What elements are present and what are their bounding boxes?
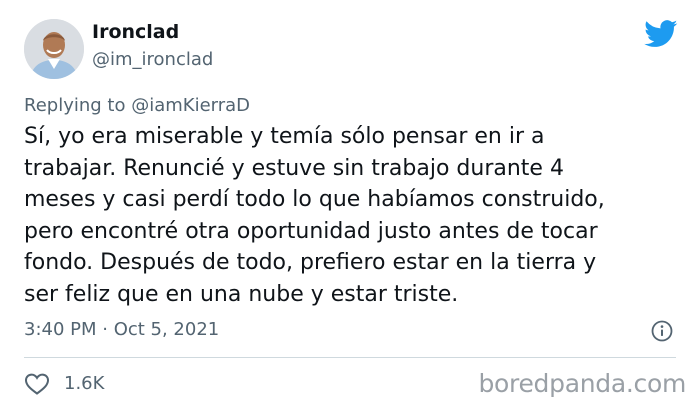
tweet-text-line: meses y casi perdí todo lo que habíamos … — [24, 187, 605, 212]
tweet-text-line: trabajar. Renuncié y estuve sin trabajo … — [24, 155, 564, 181]
heart-icon — [24, 373, 50, 395]
boredpanda-watermark: boredpanda.com — [478, 369, 686, 398]
like-count: 1.6K — [64, 373, 105, 394]
tweet-text-line: Sí, yo era miserable y temía sólo pensar… — [24, 124, 545, 149]
tweet-text-line: fondo. Después de todo, prefiero estar e… — [24, 250, 597, 275]
divider — [24, 357, 676, 358]
reply-mention-link[interactable]: @iamKierraD — [131, 95, 250, 116]
tweet-timestamp[interactable]: 3:40 PM · Oct 5, 2021 — [24, 319, 219, 340]
tweet-text-line: ser feliz que en una nube y estar triste… — [24, 281, 459, 307]
avatar[interactable] — [24, 19, 84, 79]
twitter-bird-icon[interactable] — [644, 20, 678, 48]
avatar-photo — [24, 19, 84, 79]
display-name[interactable]: Ironclad — [92, 21, 179, 43]
info-icon[interactable] — [651, 320, 673, 342]
replying-to-prefix: Replying to — [24, 95, 132, 116]
tweet-text: Sí, yo era miserable y temía sólo pensar… — [24, 121, 684, 310]
user-handle[interactable]: @im_ironclad — [92, 49, 213, 70]
tweet-text-line: pero encontré otra oportunidad justo ant… — [24, 218, 598, 244]
replying-to: Replying to @iamKierraD — [24, 95, 250, 116]
